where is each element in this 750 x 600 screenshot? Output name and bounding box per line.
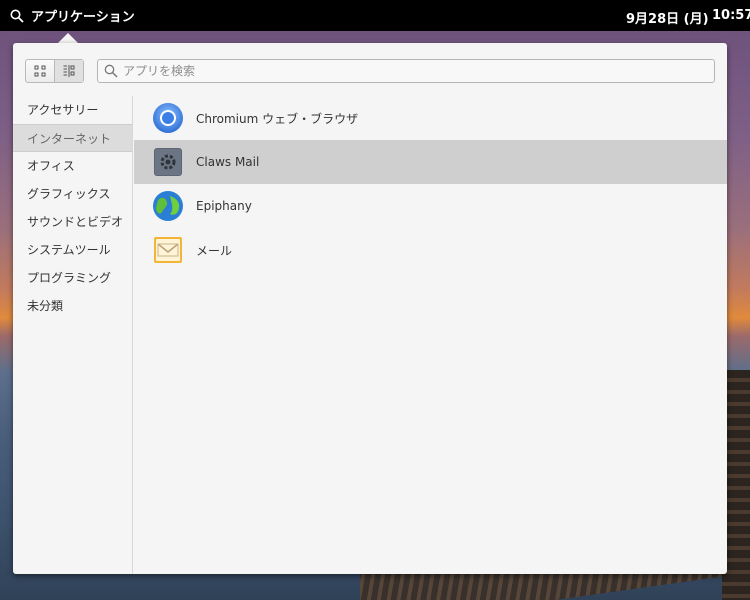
applications-label: アプリケーション: [31, 10, 135, 25]
grid-icon: [34, 65, 46, 77]
category-sound-video[interactable]: サウンドとビデオ: [13, 208, 132, 236]
category-graphics[interactable]: グラフィックス: [13, 180, 132, 208]
search-icon: [104, 64, 118, 78]
app-item-claws-mail[interactable]: Claws Mail: [134, 140, 727, 184]
date-indicator[interactable]: 9月28日 (月): [626, 8, 709, 27]
category-sidebar: アクセサリー インターネット オフィス グラフィックス サウンドとビデオ システ…: [13, 96, 133, 574]
epiphany-icon: [153, 191, 183, 221]
app-item-mail[interactable]: メール: [134, 228, 727, 272]
category-system-tools[interactable]: システムツール: [13, 236, 132, 264]
category-other[interactable]: 未分類: [13, 292, 132, 320]
app-item-chromium[interactable]: Chromium ウェブ・ブラウザ: [134, 96, 727, 140]
search-icon: [10, 9, 24, 23]
app-label: Claws Mail: [196, 155, 260, 169]
category-programming[interactable]: プログラミング: [13, 264, 132, 292]
app-label: Epiphany: [196, 199, 252, 213]
app-label: メール: [196, 243, 233, 258]
clock-indicator[interactable]: 10:57: [712, 8, 750, 23]
popover-arrow: [58, 33, 78, 43]
applications-menu-popover: アクセサリー インターネット オフィス グラフィックス サウンドとビデオ システ…: [13, 43, 727, 574]
grid-view-button[interactable]: [26, 60, 54, 82]
category-internet[interactable]: インターネット: [13, 124, 132, 152]
category-view-button[interactable]: [54, 60, 83, 82]
top-panel: アプリケーション 9月28日 (月) 10:57: [0, 0, 750, 31]
app-label: Chromium ウェブ・ブラウザ: [196, 111, 359, 126]
app-list: Chromium ウェブ・ブラウザ Claws Mail Epiphany メー…: [134, 96, 727, 272]
category-accessories[interactable]: アクセサリー: [13, 96, 132, 124]
mail-icon: [154, 237, 182, 263]
chromium-icon: [153, 103, 183, 133]
list-category-icon: [63, 65, 75, 77]
applications-menu-button[interactable]: アプリケーション: [10, 0, 135, 31]
app-item-epiphany[interactable]: Epiphany: [134, 184, 727, 228]
view-mode-toggle: [25, 59, 84, 83]
category-office[interactable]: オフィス: [13, 152, 132, 180]
claws-mail-icon: [154, 148, 182, 176]
search-input[interactable]: [123, 64, 714, 78]
app-search-field[interactable]: [97, 59, 715, 83]
